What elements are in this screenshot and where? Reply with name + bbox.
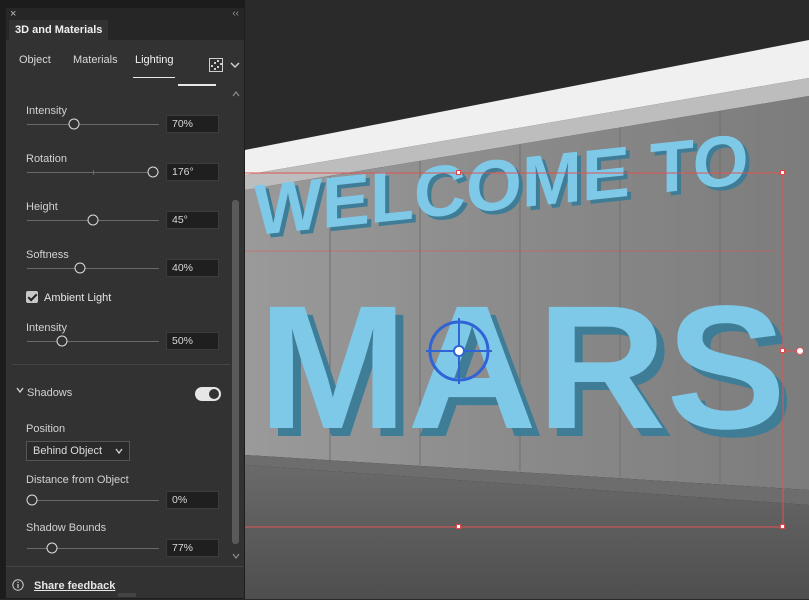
chevron-down-icon[interactable] [230, 60, 240, 70]
share-feedback-link[interactable]: Share feedback [34, 580, 115, 592]
rotation-slider-knob[interactable] [147, 166, 159, 178]
selection-handle-top-right[interactable] [780, 170, 785, 175]
lighting-preset-indicator [178, 84, 216, 86]
shadow-bounds-slider-knob[interactable] [46, 542, 58, 554]
shadows-expand-chevron-icon[interactable] [16, 386, 24, 394]
distance-label: Distance from Object [26, 474, 129, 486]
3d-materials-panel: × ‹‹ 3D and Materials Object Materials L… [5, 7, 245, 599]
tab-underline [133, 77, 175, 78]
panel-scrollbar[interactable] [231, 90, 240, 570]
resize-grip-icon[interactable] [118, 593, 136, 597]
shadow-bounds-label: Shadow Bounds [26, 522, 107, 534]
intensity-slider-track[interactable] [27, 124, 159, 125]
intensity-value-field[interactable]: 70% [166, 115, 219, 133]
selection-handle-bottom-right[interactable] [780, 524, 785, 529]
ambient-light-label: Ambient Light [44, 292, 112, 304]
scroll-up-icon[interactable] [232, 90, 240, 98]
height-value-field[interactable]: 45° [166, 211, 219, 229]
intensity-label: Intensity [26, 105, 67, 117]
chevron-down-icon [115, 448, 123, 455]
selection-handle-top[interactable] [456, 170, 461, 175]
ambient-light-checkbox[interactable] [26, 291, 38, 303]
ambient-intensity-label: Intensity [26, 322, 67, 334]
height-label: Height [26, 201, 58, 213]
scrollbar-thumb[interactable] [232, 200, 239, 544]
ambient-intensity-slider-track[interactable] [27, 341, 159, 342]
softness-value-field[interactable]: 40% [166, 259, 219, 277]
section-divider [12, 364, 230, 365]
close-icon[interactable]: × [10, 8, 16, 20]
lighting-settings: Intensity 70% Rotation 176° Height 45° S… [6, 90, 230, 565]
shadows-section-label[interactable]: Shadows [27, 387, 72, 399]
height-slider-knob[interactable] [87, 214, 99, 226]
render-settings-icon[interactable] [209, 58, 223, 72]
softness-slider-track[interactable] [27, 268, 159, 269]
tab-materials[interactable]: Materials [73, 54, 118, 66]
ambient-intensity-slider-knob[interactable] [56, 335, 68, 347]
shadow-position-dropdown[interactable]: Behind Object [26, 441, 130, 461]
softness-slider-knob[interactable] [74, 262, 86, 274]
mars-text: MARS [258, 270, 786, 466]
rotate-handle[interactable] [796, 347, 804, 355]
distance-value-field[interactable]: 0% [166, 491, 219, 509]
selection-handle-bottom[interactable] [456, 524, 461, 529]
intensity-slider-knob[interactable] [68, 118, 80, 130]
collapse-panel-icon[interactable]: ‹‹ [232, 8, 239, 20]
shadow-bounds-value-field[interactable]: 77% [166, 539, 219, 557]
mars-text-group[interactable]: MARS MARS [258, 270, 794, 474]
ambient-intensity-value-field[interactable]: 50% [166, 332, 219, 350]
distance-slider-knob[interactable] [26, 494, 38, 506]
softness-label: Softness [26, 249, 69, 261]
shadow-position-label: Position [26, 423, 66, 435]
panel-titlebar: × ‹‹ 3D and Materials [6, 8, 244, 40]
rotation-label: Rotation [26, 153, 67, 165]
info-icon [12, 579, 24, 591]
rotation-value-field[interactable]: 176° [166, 163, 219, 181]
shadows-toggle[interactable] [195, 387, 221, 401]
panel-title-tab[interactable]: 3D and Materials [9, 20, 109, 40]
distance-slider-track[interactable] [27, 500, 159, 501]
tab-object[interactable]: Object [19, 54, 51, 66]
rotation-center-tick [93, 170, 94, 175]
scroll-down-icon[interactable] [232, 552, 240, 560]
shadow-position-selected: Behind Object [33, 445, 103, 457]
tab-lighting[interactable]: Lighting [135, 54, 174, 66]
selection-handle-right[interactable] [780, 348, 785, 353]
